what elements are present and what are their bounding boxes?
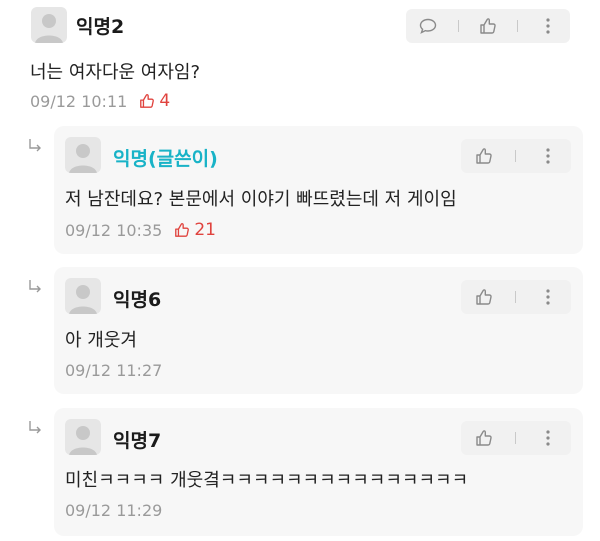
reply-item: 익명7 미친ㅋㅋㅋㅋ 개웃곀ㅋㅋㅋㅋㅋㅋㅋㅋㅋㅋㅋㅋㅋㅋㅋ 09/12 11:2… (54, 408, 583, 536)
comment-meta: 09/12 10:11 4 (30, 91, 170, 111)
avatar-icon (31, 7, 67, 43)
reply-text: 저 남잔데요? 본문에서 이야기 빠뜨렸는데 저 게이임 (65, 189, 457, 210)
reply-time: 09/12 11:27 (65, 361, 163, 380)
more-vertical-icon (546, 430, 550, 446)
reply-item: 익명6 아 개웃겨 09/12 11:27 (54, 267, 583, 394)
comment-bubble-icon (419, 18, 437, 34)
more-button[interactable] (533, 423, 563, 453)
reply-actions (461, 139, 571, 173)
divider (517, 20, 519, 32)
like-count: 21 (174, 220, 216, 240)
reply-meta: 09/12 11:27 (65, 361, 162, 380)
reply-arrow-icon (27, 138, 43, 154)
divider (515, 150, 517, 162)
thumbs-up-icon (140, 94, 155, 108)
more-button[interactable] (533, 141, 563, 171)
more-vertical-icon (546, 289, 550, 305)
like-count: 4 (139, 91, 170, 111)
comment-time: 09/12 10:11 (30, 91, 128, 111)
reply-arrow-icon (27, 420, 43, 436)
reply-author: 익명6 (113, 289, 162, 311)
thumbs-up-icon (476, 430, 492, 446)
more-button[interactable] (533, 282, 563, 312)
like-button[interactable] (469, 141, 499, 171)
avatar-icon (65, 137, 101, 173)
thumbs-up-icon (175, 223, 190, 237)
like-button[interactable] (473, 11, 503, 41)
like-count-value: 21 (194, 220, 216, 240)
reply-text: 아 개웃겨 (65, 330, 137, 351)
divider (457, 20, 459, 32)
like-button[interactable] (469, 282, 499, 312)
avatar-icon (65, 419, 101, 455)
reply-button[interactable] (413, 11, 443, 41)
more-vertical-icon (546, 148, 550, 164)
reply-text: 미친ㅋㅋㅋㅋ 개웃곀ㅋㅋㅋㅋㅋㅋㅋㅋㅋㅋㅋㅋㅋㅋㅋ (65, 470, 469, 491)
divider (515, 432, 517, 444)
reply-time: 09/12 11:29 (65, 501, 163, 520)
reply-meta: 09/12 10:35 21 (65, 220, 216, 240)
reply-meta: 09/12 11:29 (65, 501, 162, 520)
avatar-icon (65, 278, 101, 314)
divider (515, 291, 517, 303)
reply-actions (461, 421, 571, 455)
comment-author: 익명2 (76, 16, 125, 38)
comment-actions (406, 9, 570, 43)
reply-author: 익명7 (113, 430, 162, 452)
reply-item: 익명(글쓴이) 저 남잔데요? 본문에서 이야기 빠뜨렸는데 저 게이임 09/… (54, 126, 583, 254)
comment-text: 너는 여자다운 여자임? (30, 62, 201, 83)
reply-author: 익명(글쓴이) (113, 148, 218, 170)
more-vertical-icon (546, 18, 550, 34)
thumbs-up-icon (476, 148, 492, 164)
thumbs-up-icon (480, 18, 496, 34)
more-button[interactable] (533, 11, 563, 41)
reply-actions (461, 280, 571, 314)
reply-arrow-icon (27, 279, 43, 295)
like-button[interactable] (469, 423, 499, 453)
thumbs-up-icon (476, 289, 492, 305)
like-count-value: 4 (159, 91, 171, 111)
reply-time: 09/12 10:35 (65, 220, 163, 240)
